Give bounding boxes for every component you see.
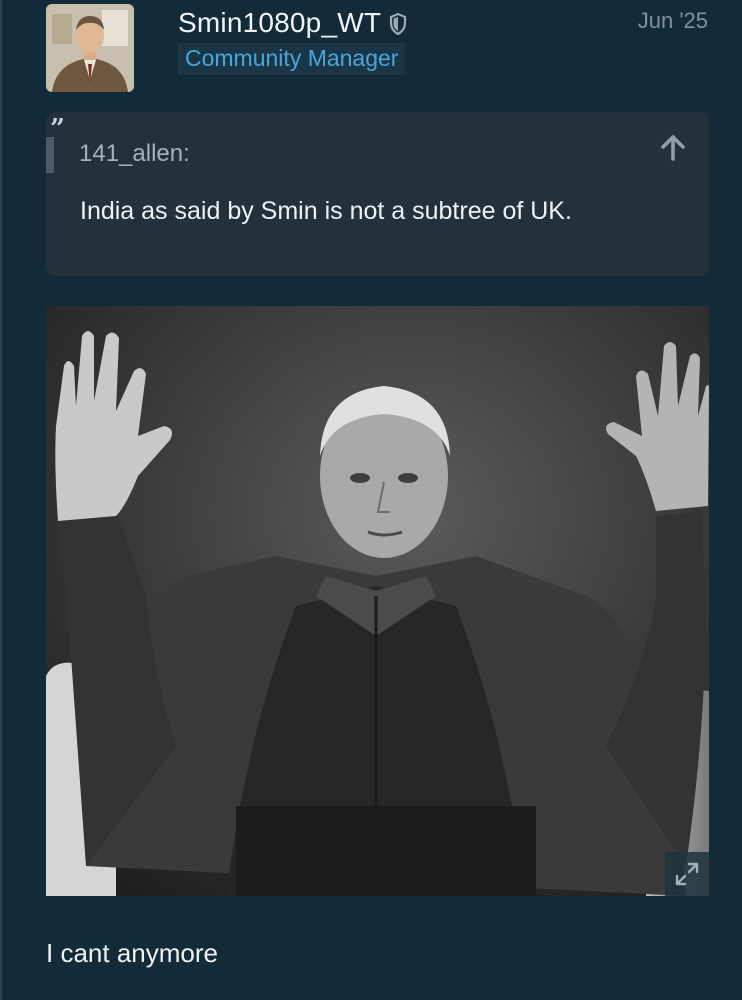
post-header: Smin1080p_WT Community Manager Jun '25 — [2, 0, 742, 100]
expand-icon[interactable] — [665, 852, 709, 896]
quote-block: ” 141_allen: India as said by Smin is no… — [46, 112, 709, 276]
shield-icon — [389, 12, 407, 36]
quote-bar — [46, 137, 54, 173]
username[interactable]: Smin1080p_WT — [178, 6, 381, 40]
username-row: Smin1080p_WT — [178, 6, 407, 40]
quote-author[interactable]: 141_allen: — [79, 139, 190, 169]
post: Smin1080p_WT Community Manager Jun '25 ”… — [0, 0, 742, 1000]
arrow-up-icon[interactable] — [659, 134, 687, 162]
post-body-text: I cant anymore — [46, 938, 218, 968]
user-title-badge: Community Manager — [178, 43, 406, 75]
avatar[interactable] — [46, 4, 134, 92]
quote-text: India as said by Smin is not a subtree o… — [80, 197, 572, 225]
post-date[interactable]: Jun '25 — [638, 8, 708, 34]
post-image[interactable] — [46, 306, 709, 896]
